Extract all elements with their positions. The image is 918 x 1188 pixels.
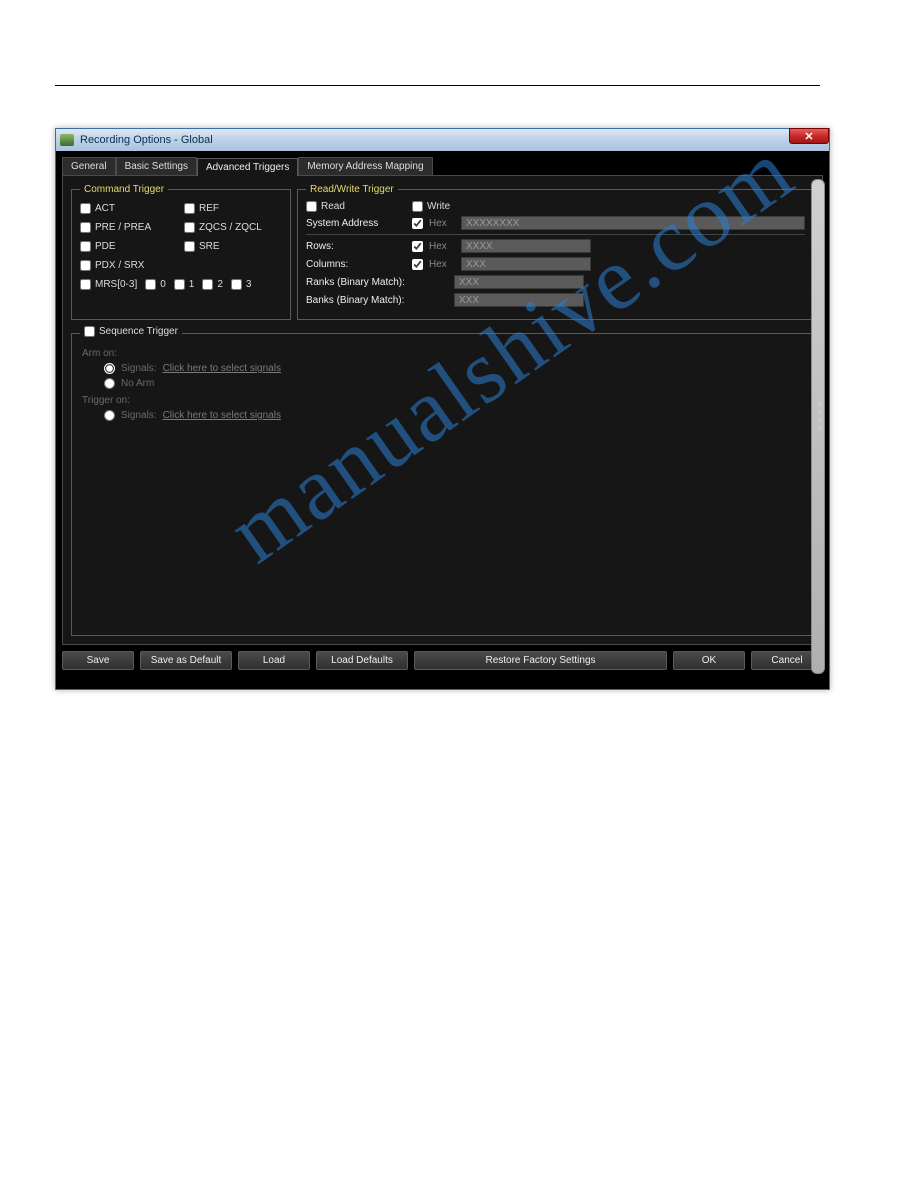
radio-arm-signals[interactable]: [104, 363, 115, 374]
cb-mrs-3[interactable]: 3: [231, 279, 252, 290]
cb-mrs[interactable]: MRS[0-3]: [80, 279, 137, 290]
close-icon: ✕: [804, 130, 813, 143]
input-banks[interactable]: [454, 293, 584, 307]
cb-rows-hex[interactable]: [412, 241, 423, 252]
cb-mrs-0[interactable]: 0: [145, 279, 166, 290]
recording-options-window: Recording Options - Global ✕ General Bas…: [55, 128, 830, 690]
cb-sre[interactable]: SRE: [184, 241, 282, 252]
hex-label-columns: Hex: [429, 259, 455, 270]
cb-pdx-srx[interactable]: PDX / SRX: [80, 260, 178, 271]
cb-zqcs-zqcl[interactable]: ZQCS / ZQCL: [184, 222, 282, 233]
label-ranks: Ranks (Binary Match):: [306, 277, 448, 288]
trigger-signals-link[interactable]: Click here to select signals: [163, 410, 281, 421]
hex-label-sysaddr: Hex: [429, 218, 455, 229]
load-defaults-button[interactable]: Load Defaults: [316, 651, 408, 670]
arm-on-label: Arm on:: [82, 348, 803, 359]
sequence-trigger-legend: Sequence Trigger: [80, 326, 182, 340]
trigger-signals-label: Signals:: [121, 410, 157, 421]
no-arm-label: No Arm: [121, 378, 154, 389]
sequence-trigger-group: Sequence Trigger Arm on: Signals: Click …: [71, 326, 814, 636]
save-button[interactable]: Save: [62, 651, 134, 670]
label-system-address: System Address: [306, 218, 406, 229]
cb-pde[interactable]: PDE: [80, 241, 178, 252]
tab-strip: General Basic Settings Advanced Triggers…: [56, 151, 829, 175]
trigger-on-label: Trigger on:: [82, 395, 803, 406]
window-body: General Basic Settings Advanced Triggers…: [56, 151, 829, 689]
command-trigger-legend: Command Trigger: [80, 184, 168, 195]
cb-sysaddr-hex[interactable]: [412, 218, 423, 229]
rw-trigger-group: Read/Write Trigger Read Write System Add…: [297, 184, 814, 320]
titlebar: Recording Options - Global ✕: [56, 129, 829, 151]
input-system-address[interactable]: [461, 216, 805, 230]
tab-memory-address-mapping[interactable]: Memory Address Mapping: [298, 157, 432, 175]
tab-general[interactable]: General: [62, 157, 116, 175]
arm-signals-label: Signals:: [121, 363, 157, 374]
input-rows[interactable]: [461, 239, 591, 253]
cb-act[interactable]: ACT: [80, 203, 178, 214]
cb-ref[interactable]: REF: [184, 203, 282, 214]
tab-content: Command Trigger ACT REF PRE / PREA ZQCS …: [62, 175, 823, 645]
label-banks: Banks (Binary Match):: [306, 295, 448, 306]
side-arrows-icon: >>>>: [817, 401, 822, 433]
restore-factory-button[interactable]: Restore Factory Settings: [414, 651, 667, 670]
command-trigger-group: Command Trigger ACT REF PRE / PREA ZQCS …: [71, 184, 291, 320]
cb-mrs-1[interactable]: 1: [174, 279, 195, 290]
arm-signals-link[interactable]: Click here to select signals: [163, 363, 281, 374]
cb-mrs-2[interactable]: 2: [202, 279, 223, 290]
tab-advanced-triggers[interactable]: Advanced Triggers: [197, 158, 298, 176]
cb-write[interactable]: Write: [412, 201, 450, 212]
cb-read[interactable]: Read: [306, 201, 406, 212]
ok-button[interactable]: OK: [673, 651, 745, 670]
label-columns: Columns:: [306, 259, 406, 270]
button-row: Save Save as Default Load Load Defaults …: [56, 645, 829, 676]
page-divider: [55, 85, 820, 86]
app-icon: [60, 134, 74, 146]
tab-basic-settings[interactable]: Basic Settings: [116, 157, 197, 175]
cb-pre-prea[interactable]: PRE / PREA: [80, 222, 178, 233]
save-default-button[interactable]: Save as Default: [140, 651, 232, 670]
cb-columns-hex[interactable]: [412, 259, 423, 270]
close-button[interactable]: ✕: [789, 128, 829, 144]
cb-sequence-trigger[interactable]: Sequence Trigger: [84, 326, 178, 337]
rw-trigger-legend: Read/Write Trigger: [306, 184, 398, 195]
input-columns[interactable]: [461, 257, 591, 271]
label-rows: Rows:: [306, 241, 406, 252]
input-ranks[interactable]: [454, 275, 584, 289]
radio-trigger-signals[interactable]: [104, 410, 115, 421]
radio-no-arm[interactable]: [104, 378, 115, 389]
hex-label-rows: Hex: [429, 241, 455, 252]
window-title: Recording Options - Global: [80, 134, 213, 146]
load-button[interactable]: Load: [238, 651, 310, 670]
